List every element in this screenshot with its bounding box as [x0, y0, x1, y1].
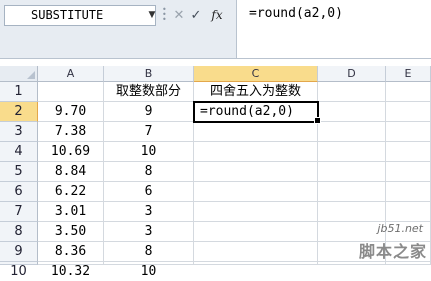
cell-e6[interactable]	[386, 182, 431, 202]
cell-d5[interactable]	[318, 162, 386, 182]
cell-d7[interactable]	[318, 202, 386, 222]
cell-e4[interactable]	[386, 142, 431, 162]
cell-b5[interactable]: 8	[104, 162, 194, 182]
row-header[interactable]: 4	[0, 142, 38, 162]
cell-c5[interactable]	[194, 162, 318, 182]
cell-e3[interactable]	[386, 122, 431, 142]
formula-bar-area: SUBSTITUTE ▼ • • • ✕ ✓ fx =round(a2,0)	[0, 0, 431, 59]
cell-d6[interactable]	[318, 182, 386, 202]
row-header[interactable]: 3	[0, 122, 38, 142]
cell-c2-selected[interactable]: =round(a2,0)	[193, 101, 319, 123]
cancel-button[interactable]: ✕	[172, 7, 186, 24]
row-header[interactable]: 9	[0, 242, 38, 262]
watermark-url: jb51.net	[377, 222, 423, 235]
cell-b2[interactable]: 9	[104, 102, 194, 122]
select-all-button[interactable]	[0, 66, 38, 82]
column-header-d[interactable]: D	[318, 66, 386, 82]
cell-e2[interactable]	[386, 102, 431, 122]
cell-c6[interactable]	[194, 182, 318, 202]
row-header[interactable]: 8	[0, 222, 38, 242]
cell-a8[interactable]: 3.50	[38, 222, 104, 242]
row-header[interactable]: 2	[0, 102, 38, 122]
cell-e1[interactable]	[386, 82, 431, 102]
cell-e7[interactable]	[386, 202, 431, 222]
cell-c9[interactable]	[194, 242, 318, 262]
column-header-e[interactable]: E	[386, 66, 431, 82]
cell-a1[interactable]	[38, 82, 104, 102]
cell-d2[interactable]	[318, 102, 386, 122]
row-header[interactable]: 5	[0, 162, 38, 182]
name-box[interactable]: SUBSTITUTE	[4, 5, 156, 26]
row-header[interactable]: 6	[0, 182, 38, 202]
site-watermark: jb51.net 脚本之家	[331, 222, 427, 262]
select-all-icon	[27, 71, 35, 79]
insert-function-button[interactable]: fx	[205, 7, 229, 24]
cell-d3[interactable]	[318, 122, 386, 142]
fill-handle[interactable]	[314, 117, 321, 124]
column-header-b[interactable]: B	[104, 66, 194, 82]
cell-c7[interactable]	[194, 202, 318, 222]
cell-b9[interactable]: 8	[104, 242, 194, 262]
cell-a3[interactable]: 7.38	[38, 122, 104, 142]
cell-b4[interactable]: 10	[104, 142, 194, 162]
cell-c4[interactable]	[194, 142, 318, 162]
cell-c3[interactable]	[194, 122, 318, 142]
cell-d1[interactable]	[318, 82, 386, 102]
cell-b6[interactable]: 6	[104, 182, 194, 202]
cell-c1[interactable]: 四舍五入为整数	[194, 82, 318, 102]
cell-d4[interactable]	[318, 142, 386, 162]
cell-a2[interactable]: 9.70	[38, 102, 104, 122]
cell-b7[interactable]: 3	[104, 202, 194, 222]
cell-b1[interactable]: 取整数部分	[104, 82, 194, 102]
formula-input[interactable]: =round(a2,0)	[236, 0, 431, 58]
cell-a9[interactable]: 8.36	[38, 242, 104, 262]
chevron-down-icon[interactable]: ▼	[146, 7, 158, 23]
row-header[interactable]: 7	[0, 202, 38, 222]
cell-a5[interactable]: 8.84	[38, 162, 104, 182]
watermark-brand: 脚本之家	[358, 242, 427, 261]
cell-c8[interactable]	[194, 222, 318, 242]
cell-e5[interactable]	[386, 162, 431, 182]
grip-dots-icon[interactable]: • • •	[162, 6, 167, 24]
column-header-a[interactable]: A	[38, 66, 104, 82]
cell-b8[interactable]: 3	[104, 222, 194, 242]
cell-a7[interactable]: 3.01	[38, 202, 104, 222]
column-header-c[interactable]: C	[194, 66, 318, 82]
cell-a6[interactable]: 6.22	[38, 182, 104, 202]
enter-button[interactable]: ✓	[188, 7, 204, 24]
row-header[interactable]: 1	[0, 82, 38, 102]
cell-b3[interactable]: 7	[104, 122, 194, 142]
cell-a4[interactable]: 10.69	[38, 142, 104, 162]
